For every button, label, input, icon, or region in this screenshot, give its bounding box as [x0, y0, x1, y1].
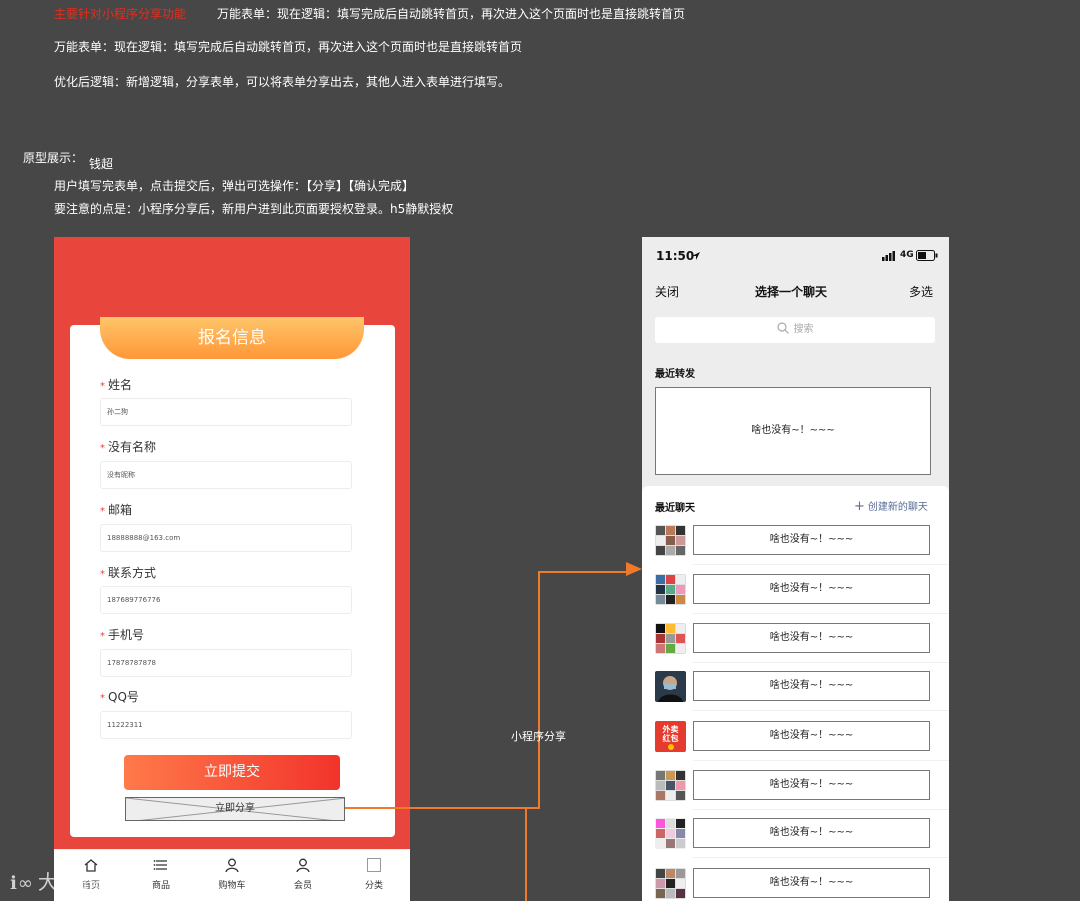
qq-input[interactable]: 11222311 [100, 711, 352, 739]
chat-placeholder: 啥也没有~！~~~ [693, 818, 930, 848]
network-label: 4G [900, 250, 914, 260]
person-icon [225, 858, 239, 873]
group-avatar [655, 868, 686, 899]
watermark-logo-mark: ℹ︎∞ [10, 873, 34, 894]
chat-row[interactable]: 啥也没有~！~~~ [642, 868, 949, 901]
flow-arrow [345, 562, 642, 901]
tab-member-label: 会员 [293, 881, 312, 891]
share-button[interactable]: 立即分享 [125, 797, 345, 821]
form-title: 报名信息 [198, 328, 266, 348]
chat-row[interactable]: 啥也没有~！~~~ [642, 574, 949, 622]
author-name: 钱超 [89, 157, 114, 171]
field-label-nickname: * 没有名称 [100, 440, 157, 454]
group-avatar [655, 574, 686, 605]
person-icon [296, 858, 310, 873]
status-time: 11:50 [656, 249, 695, 263]
chat-row[interactable]: 外卖 红包 啥也没有~！~~~ [642, 721, 949, 769]
recent-forward-empty: 啥也没有~！~~~ [655, 387, 931, 475]
group-avatar [655, 818, 686, 849]
field-label-phone: * 手机号 [100, 628, 145, 642]
name-input[interactable]: 孙二狗 [100, 398, 352, 426]
note-line-2: 万能表单：现在逻辑：填写完成后自动跳转首页，再次进入这个页面时也是直接跳转首页 [54, 40, 523, 54]
contact-input[interactable]: 187689776776 [100, 586, 352, 614]
row-divider [693, 564, 949, 565]
chat-row[interactable]: 啥也没有~！~~~ [642, 525, 949, 573]
chat-row[interactable]: 啥也没有~！~~~ [642, 818, 949, 866]
chat-row[interactable]: 啥也没有~！~~~ [642, 623, 949, 671]
recent-chats-label: 最近聊天 [655, 503, 695, 514]
recent-forward-label: 最近转发 [655, 369, 695, 380]
email-input[interactable]: 18888888@163.com [100, 524, 352, 552]
tab-products-label: 商品 [151, 881, 170, 891]
create-chat-button[interactable]: + 创建新的聊天 [854, 498, 928, 514]
search-icon [776, 322, 789, 334]
flow-label: 小程序分享 [511, 730, 566, 743]
share-nav-bar: 关闭 选择一个聊天 多选 [642, 279, 949, 303]
submit-button[interactable]: 立即提交 [124, 755, 340, 790]
watermark-text: 大数跨境 [37, 870, 122, 894]
avatar-text-line-2: 红包 [662, 734, 679, 743]
location-arrow-icon [692, 252, 700, 260]
tab-member[interactable]: 会员 [273, 858, 333, 891]
create-chat-label: 创建新的聊天 [867, 502, 928, 513]
recent-chats-panel: 最近聊天 + 创建新的聊天 啥也没有~！~~~ 啥也没有~！~~~ 啥也没有~！~… [642, 486, 949, 901]
share-sheet-mockup: 11:50 4G 关闭 选择一个聊天 多选 搜索 最近转发 啥也没有~！~~~ … [642, 237, 949, 901]
share-button-label: 立即分享 [215, 803, 255, 814]
signal-icon [882, 251, 895, 261]
status-bar: 11:50 4G [642, 237, 949, 273]
form-title-banner: 报名信息 [100, 317, 364, 359]
note-line-4: 用户填写完表单，点击提交后，弹出可选操作：【分享】【确认完成】 [54, 179, 415, 193]
note-top-red: 主要针对小程序分享功能 [54, 7, 187, 21]
chat-placeholder: 啥也没有~！~~~ [693, 671, 930, 701]
chat-placeholder: 啥也没有~！~~~ [693, 770, 930, 800]
group-avatar [655, 770, 686, 801]
note-line-5: 要注意的点是：小程序分享后，新用户进到此页面要授权登录。h5静默授权 [54, 202, 454, 216]
group-avatar [655, 623, 686, 654]
avatar-text-line-1: 外卖 [662, 725, 679, 734]
phone-input[interactable]: 17878787878 [100, 649, 352, 677]
chat-placeholder: 啥也没有~！~~~ [693, 623, 930, 653]
row-divider [693, 857, 949, 858]
watermark-logo: ℹ︎∞ 大数跨境 [10, 866, 122, 895]
field-label-email: * 邮箱 [100, 503, 133, 517]
list-icon [153, 860, 167, 870]
chat-placeholder: 啥也没有~！~~~ [693, 868, 930, 898]
food-redpacket-avatar: 外卖 红包 [655, 721, 686, 752]
chat-placeholder: 啥也没有~！~~~ [693, 721, 930, 751]
chat-placeholder: 啥也没有~！~~~ [693, 525, 930, 555]
field-label-name: * 姓名 [100, 378, 133, 392]
row-divider [693, 710, 949, 711]
person-avatar [655, 671, 686, 702]
row-divider [693, 613, 949, 614]
share-title: 选择一个聊天 [755, 285, 828, 299]
row-divider [693, 760, 949, 761]
field-label-qq: * QQ号 [100, 690, 139, 704]
close-button[interactable]: 关闭 [655, 283, 679, 300]
group-avatar [655, 525, 686, 556]
chat-row[interactable]: 啥也没有~！~~~ [642, 671, 949, 719]
search-input[interactable]: 搜索 [655, 317, 935, 343]
tab-cart[interactable]: 购物车 [202, 858, 262, 891]
field-label-contact: * 联系方式 [100, 566, 157, 580]
battery-icon [916, 250, 938, 261]
row-divider [693, 809, 949, 810]
row-divider [693, 662, 949, 663]
multi-select-button[interactable]: 多选 [909, 283, 933, 300]
search-placeholder: 搜索 [793, 324, 814, 335]
chat-row[interactable]: 啥也没有~！~~~ [642, 770, 949, 818]
tab-products[interactable]: 商品 [131, 858, 191, 891]
nickname-input[interactable]: 没有昵称 [100, 461, 352, 489]
note-line-3: 优化后逻辑：新增逻辑，分享表单，可以将表单分享出去，其他人进入表单进行填写。 [54, 75, 511, 89]
chat-placeholder: 啥也没有~！~~~ [693, 574, 930, 604]
tab-cart-label: 购物车 [218, 881, 246, 891]
note-line-1: 万能表单：现在逻辑：填写完成后自动跳转首页，再次进入这个页面时也是直接跳转首页 [217, 7, 686, 21]
prototype-label: 原型展示： [23, 151, 84, 165]
plus-icon: + [854, 499, 865, 514]
